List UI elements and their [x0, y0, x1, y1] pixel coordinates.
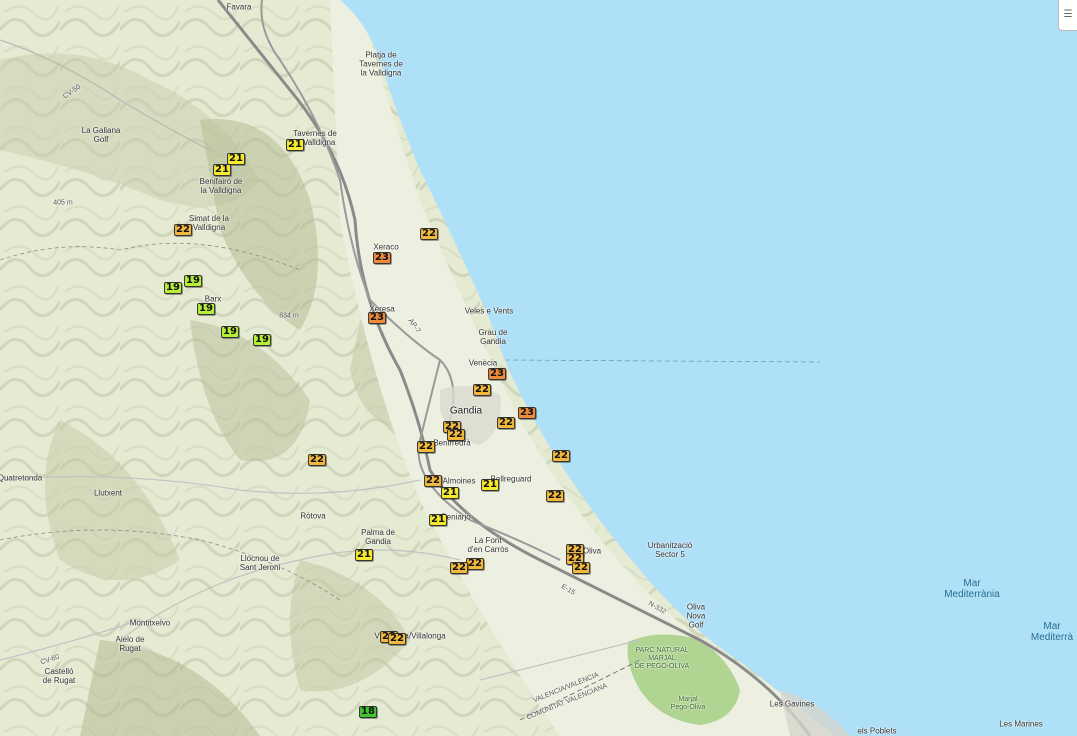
label-simat: Simat de la Valldigna [188, 214, 230, 232]
temp-marker[interactable]: 19 [221, 326, 239, 338]
label-castello: Castelló de Rugat [42, 667, 76, 685]
layers-toggle-button[interactable]: ☰ [1058, 0, 1077, 31]
temp-marker[interactable]: 21 [286, 139, 304, 151]
label-platja-tavernes: Platja de Tavernes de la Valldigna [359, 50, 403, 78]
label-elev-834: 834 m [279, 312, 299, 320]
temp-marker[interactable]: 22 [450, 562, 468, 574]
label-mar-mediterrania: Mar Mediterrània [944, 578, 1000, 600]
temp-marker[interactable]: 18 [359, 706, 377, 718]
temp-marker[interactable]: 23 [518, 407, 536, 419]
label-aielo: Aielo de Rugat [115, 635, 145, 653]
temp-marker[interactable]: 22 [420, 228, 438, 240]
temp-marker[interactable]: 21 [429, 514, 447, 526]
temp-marker[interactable]: 22 [388, 633, 406, 645]
temp-marker[interactable]: 22 [417, 441, 435, 453]
label-veles: Veles e Vents [464, 306, 514, 316]
label-venecia: Venècia [468, 358, 498, 368]
temp-marker[interactable]: 22 [546, 490, 564, 502]
label-quatretonda: Quatretonda [0, 473, 43, 483]
label-mar-mediterrania-2: Mar Mediterrà [1030, 621, 1074, 643]
temp-marker[interactable]: 21 [213, 164, 231, 176]
label-oliva: Oliva [582, 546, 602, 556]
label-gandia: Gandia [449, 405, 483, 417]
label-parc-natural: PARC NATURAL MARJAL DE PEGO-OLIVA [634, 647, 690, 670]
temp-marker[interactable]: 22 [174, 224, 192, 236]
temp-marker[interactable]: 22 [552, 450, 570, 462]
label-llocnou: Llocnou de Sant Jeroni [239, 554, 281, 572]
temp-marker[interactable]: 22 [308, 454, 326, 466]
temp-marker[interactable]: 19 [164, 282, 182, 294]
label-la-font: La Font d'en Carròs [467, 536, 509, 554]
label-xeraco: Xeraco [373, 242, 399, 252]
temp-marker[interactable]: 21 [481, 479, 499, 491]
label-urbanitzacio: Urbanització Sector 5 [647, 541, 693, 559]
label-grau: Grau de Gandia [478, 328, 508, 346]
label-benifairo: Benifairó de la Valldigna [199, 177, 243, 195]
label-oliva-golf: Oliva Nova Golf [686, 602, 706, 630]
label-les-marines: Les Marines [999, 719, 1043, 729]
label-montitxelvo: Montitxelvo [129, 618, 171, 628]
label-palma: Palma de Gandia [361, 528, 395, 546]
temp-marker[interactable]: 23 [488, 368, 506, 380]
label-rotova: Ròtova [300, 511, 326, 521]
label-elev-405: 405 m [53, 199, 73, 207]
temp-marker[interactable]: 23 [368, 312, 386, 324]
temp-marker[interactable]: 19 [253, 334, 271, 346]
layers-icon: ☰ [1063, 9, 1073, 20]
map-canvas[interactable]: Favara Platja de Tavernes de la Valldign… [0, 0, 1077, 736]
temp-marker[interactable]: 22 [424, 475, 442, 487]
temp-marker[interactable]: 22 [466, 558, 484, 570]
temp-marker[interactable]: 19 [197, 303, 215, 315]
temp-marker[interactable]: 22 [572, 562, 590, 574]
label-lluxent: Llutxent [93, 488, 123, 498]
temp-marker[interactable]: 23 [373, 252, 391, 264]
label-favara: Favara [226, 2, 252, 12]
label-les-gavines: Les Gavines [769, 699, 815, 709]
temp-marker[interactable]: 21 [355, 549, 373, 561]
label-almoines: Almoines [442, 476, 476, 486]
label-la-galiana: La Galiana Golf [81, 126, 121, 144]
label-marjal: Marjal Pego-Oliva [670, 696, 706, 711]
temp-marker[interactable]: 22 [473, 384, 491, 396]
temp-marker[interactable]: 19 [184, 275, 202, 287]
temp-marker[interactable]: 22 [497, 417, 515, 429]
temp-marker[interactable]: 21 [441, 487, 459, 499]
label-els-poblets: els Poblets [857, 726, 897, 736]
temp-marker[interactable]: 22 [447, 429, 465, 441]
